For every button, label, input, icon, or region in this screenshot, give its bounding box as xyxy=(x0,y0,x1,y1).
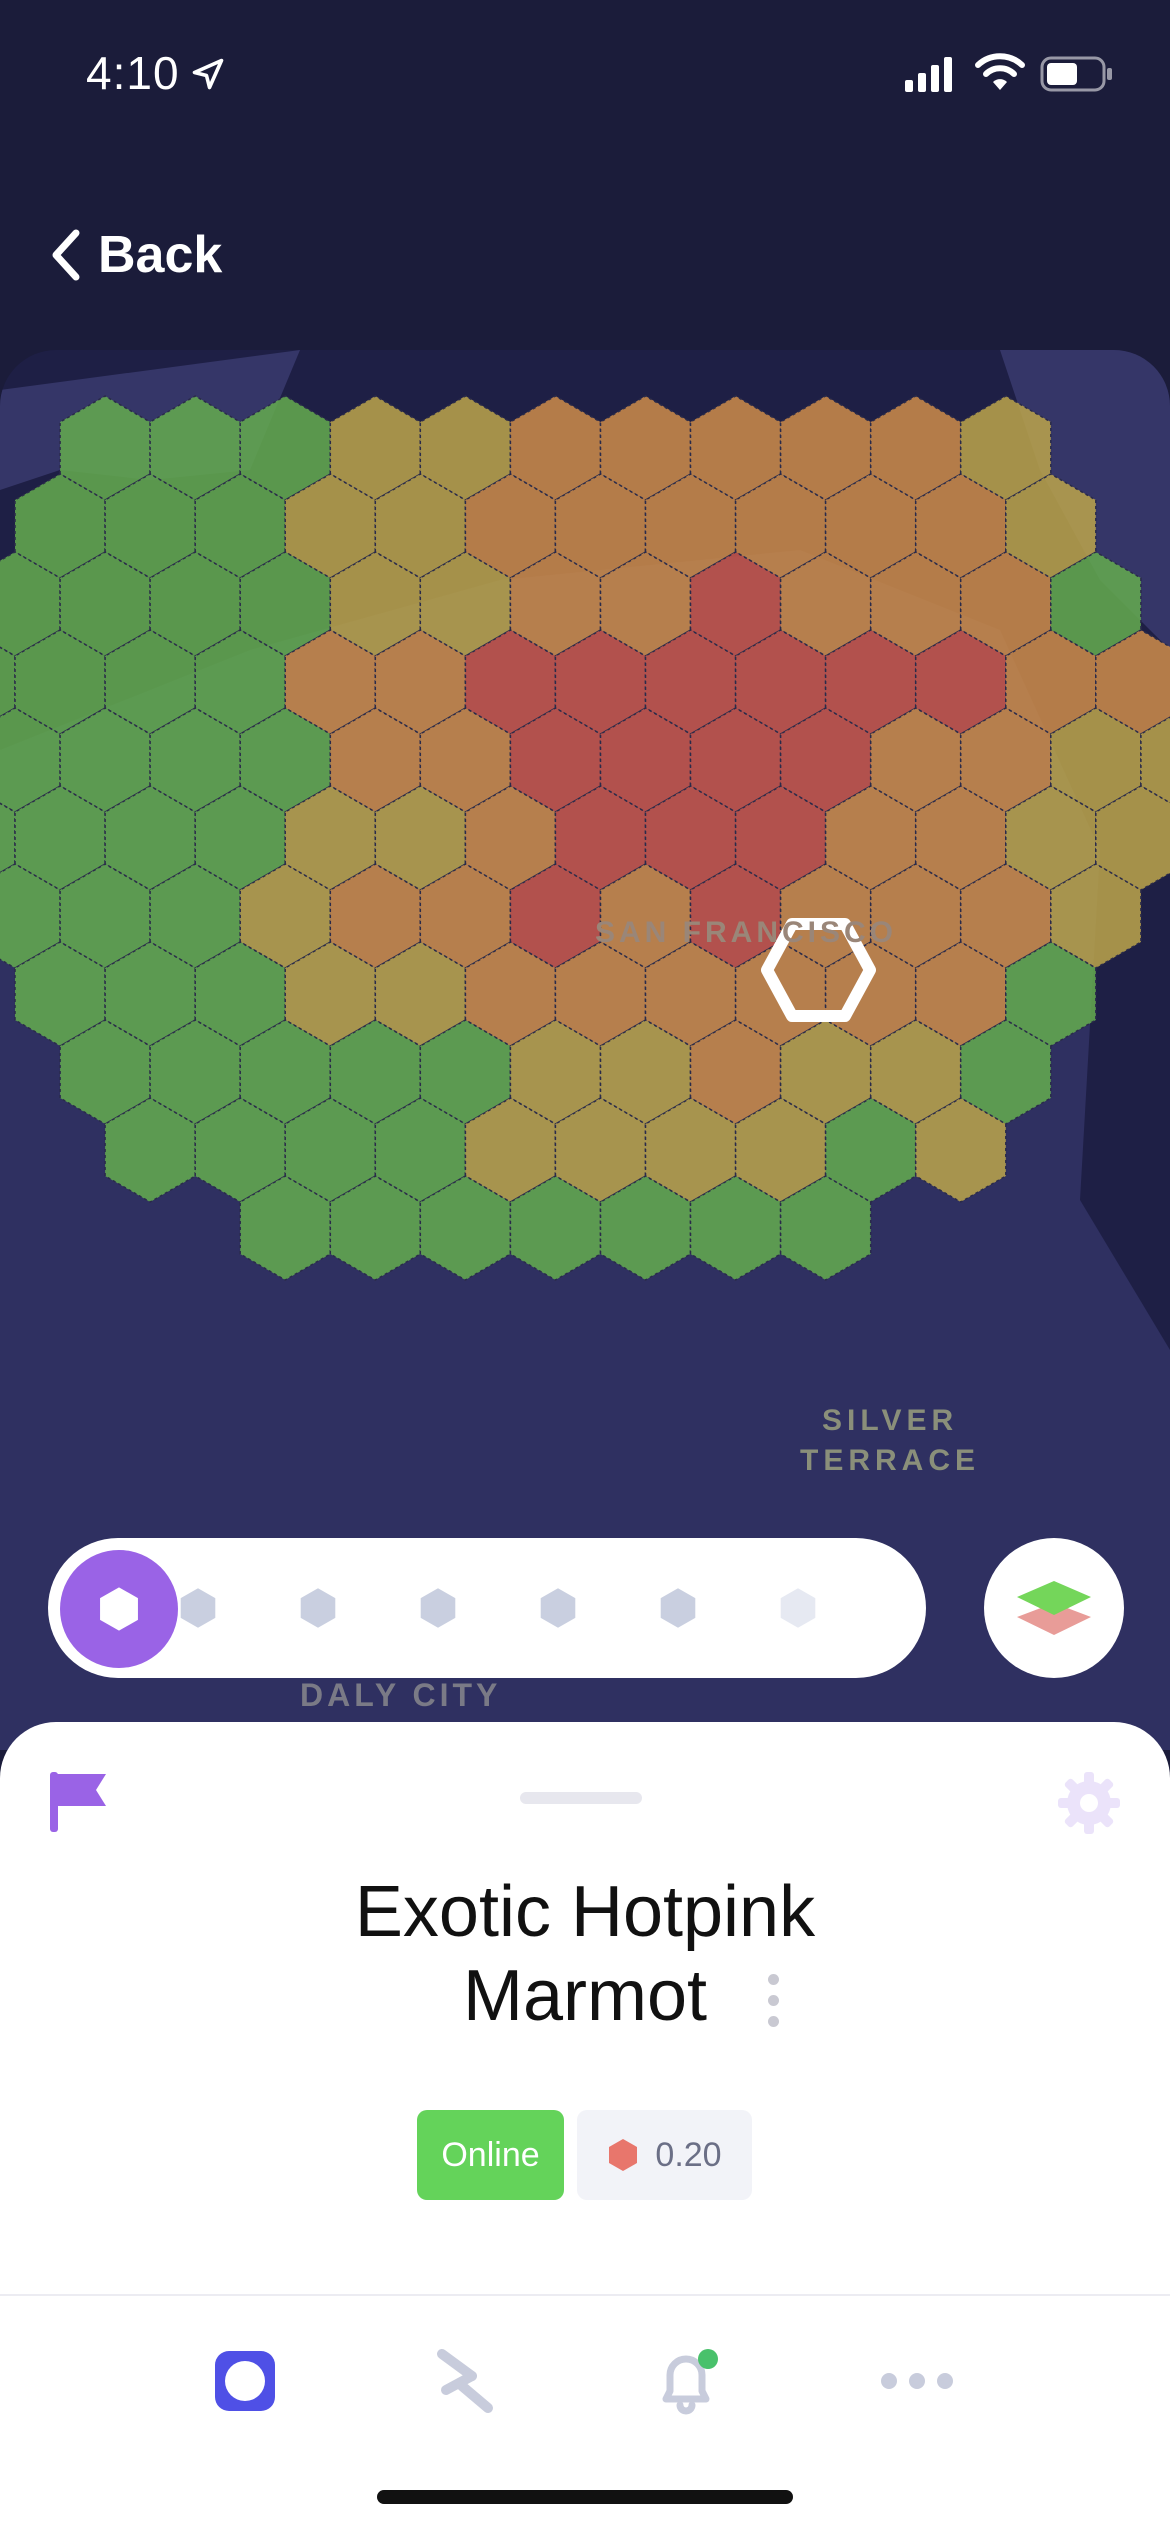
location-arrow-icon xyxy=(192,58,224,90)
battery-icon xyxy=(1040,56,1112,92)
reward-scale-value: 0.20 xyxy=(655,2135,722,2174)
resolution-level-6[interactable] xyxy=(628,1558,728,1658)
map-label-silver: SILVER xyxy=(822,1404,958,1437)
hexagon-icon xyxy=(609,2139,638,2171)
resolution-level-4[interactable] xyxy=(388,1558,488,1658)
hexagon-icon xyxy=(300,1588,336,1628)
resolution-level-5[interactable] xyxy=(508,1558,608,1658)
hexagon-icon xyxy=(780,1588,816,1628)
back-label: Back xyxy=(98,226,223,284)
hexagon-icon xyxy=(180,1588,216,1628)
layers-button[interactable] xyxy=(984,1538,1124,1678)
back-button[interactable]: Back xyxy=(50,220,222,290)
bell-icon xyxy=(662,2349,718,2415)
hotspot-sheet: Exotic Hotpink Marmot Online 0.20 xyxy=(0,1722,1170,2294)
gear-icon[interactable] xyxy=(1056,1770,1122,1836)
activity-icon xyxy=(437,2349,493,2413)
status-bar: 4:10 xyxy=(0,0,1170,150)
tab-hotspots[interactable] xyxy=(185,2336,305,2426)
hexagon-icon xyxy=(660,1588,696,1628)
tab-activity[interactable] xyxy=(405,2336,525,2426)
chevron-left-icon xyxy=(52,229,80,281)
resolution-level-3[interactable] xyxy=(268,1558,368,1658)
layers-icon xyxy=(1017,1581,1091,1635)
map-label-san-francisco: SAN FRANCISCO xyxy=(595,916,897,949)
hexagon-grid xyxy=(0,395,1170,1281)
resolution-level-7[interactable] xyxy=(748,1558,848,1658)
map-label-terrace: TERRACE xyxy=(800,1444,980,1477)
kebab-menu-icon[interactable] xyxy=(768,1974,782,2030)
hexagon-icon xyxy=(540,1588,576,1628)
tab-more[interactable] xyxy=(857,2336,977,2426)
reward-scale-badge: 0.20 xyxy=(577,2110,752,2200)
flag-icon[interactable] xyxy=(46,1768,112,1834)
hotspot-name-line2: Marmot xyxy=(462,1956,708,2036)
status-badge: Online xyxy=(417,2110,564,2200)
hexagon-icon xyxy=(420,1588,456,1628)
more-icon xyxy=(881,2373,953,2389)
sheet-handle[interactable] xyxy=(520,1792,642,1804)
home-indicator xyxy=(377,2490,793,2504)
hexagon-icon xyxy=(100,1587,138,1631)
cellular-signal-icon xyxy=(905,57,952,92)
resolution-selector xyxy=(48,1538,926,1678)
hotspot-name-line1: Exotic Hotpink xyxy=(354,1872,816,1952)
hotspot-name: Exotic Hotpink Marmot xyxy=(0,1870,1170,2038)
tab-notifications[interactable] xyxy=(630,2336,750,2426)
wifi-icon xyxy=(975,53,1025,90)
status-time: 4:10 xyxy=(86,47,180,99)
map-label-daly-city: DALY CITY xyxy=(300,1677,501,1713)
hotspot-icon xyxy=(215,2351,275,2411)
resolution-level-2[interactable] xyxy=(148,1558,248,1658)
